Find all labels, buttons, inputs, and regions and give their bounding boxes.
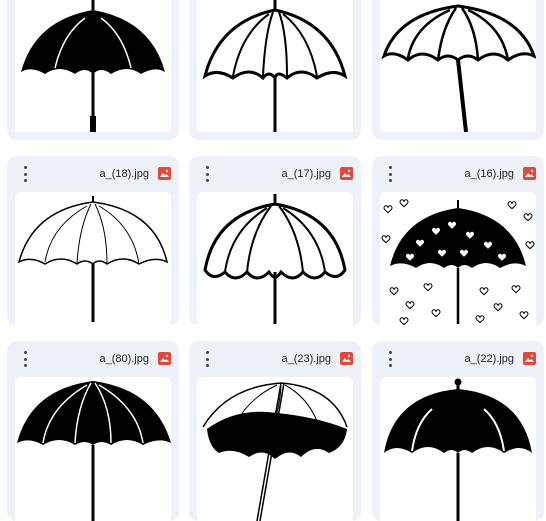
umbrella-sketch-icon <box>17 196 169 322</box>
umbrella-black-white-ribs-icon <box>17 381 171 521</box>
image-file-icon <box>340 167 353 180</box>
image-file-icon <box>158 352 171 365</box>
file-card[interactable]: a_(17).jpg <box>189 156 361 326</box>
more-options-icon[interactable] <box>385 166 395 182</box>
file-card-header: a_(16).jpg <box>372 156 544 192</box>
file-thumbnail[interactable] <box>197 192 353 326</box>
file-name: a_(17).jpg <box>281 168 331 180</box>
more-options-icon[interactable] <box>20 166 30 182</box>
file-card[interactable] <box>189 0 361 140</box>
file-card[interactable] <box>372 0 544 140</box>
file-grid: a_(18).jpg a_(17).jpg a_(16).jpg a_(80).… <box>0 0 546 521</box>
image-file-icon <box>523 167 536 180</box>
umbrella-black-finial-icon <box>384 378 532 521</box>
file-name: a_(23).jpg <box>281 353 331 365</box>
umbrella-outline-icon <box>202 0 348 132</box>
image-file-icon <box>340 352 353 365</box>
file-card-header: a_(23).jpg <box>189 341 361 377</box>
umbrella-tilted-icon <box>202 382 348 521</box>
file-thumbnail[interactable] <box>197 0 353 132</box>
file-card[interactable]: a_(22).jpg <box>372 341 544 521</box>
more-options-icon[interactable] <box>385 351 395 367</box>
file-name: a_(16).jpg <box>464 168 514 180</box>
file-card[interactable]: a_(23).jpg <box>189 341 361 521</box>
file-card[interactable]: a_(80).jpg <box>7 341 179 521</box>
umbrella-solid-black-icon <box>21 0 165 132</box>
file-thumbnail[interactable] <box>197 377 353 521</box>
image-file-icon <box>158 167 171 180</box>
file-name: a_(18).jpg <box>99 168 149 180</box>
file-card[interactable]: a_(18).jpg <box>7 156 179 326</box>
file-card[interactable]: a_(16).jpg <box>372 156 544 326</box>
file-thumbnail[interactable] <box>15 0 171 132</box>
file-name: a_(80).jpg <box>99 353 149 365</box>
file-thumbnail[interactable] <box>380 377 536 521</box>
file-thumbnail[interactable] <box>380 0 536 132</box>
umbrella-outline-scalloped-icon <box>203 194 347 324</box>
file-name: a_(22).jpg <box>464 353 514 365</box>
umbrella-outline-ribbed-icon <box>381 4 536 132</box>
file-card[interactable] <box>7 0 179 140</box>
file-thumbnail[interactable] <box>15 377 171 521</box>
file-card-header: a_(80).jpg <box>7 341 179 377</box>
file-card-header: a_(22).jpg <box>372 341 544 377</box>
file-thumbnail[interactable] <box>15 192 171 326</box>
file-thumbnail[interactable] <box>380 192 536 326</box>
umbrella-hearts-icon <box>381 199 535 326</box>
more-options-icon[interactable] <box>202 351 212 367</box>
file-card-header: a_(17).jpg <box>189 156 361 192</box>
image-file-icon <box>523 352 536 365</box>
file-card-header: a_(18).jpg <box>7 156 179 192</box>
more-options-icon[interactable] <box>20 351 30 367</box>
more-options-icon[interactable] <box>202 166 212 182</box>
